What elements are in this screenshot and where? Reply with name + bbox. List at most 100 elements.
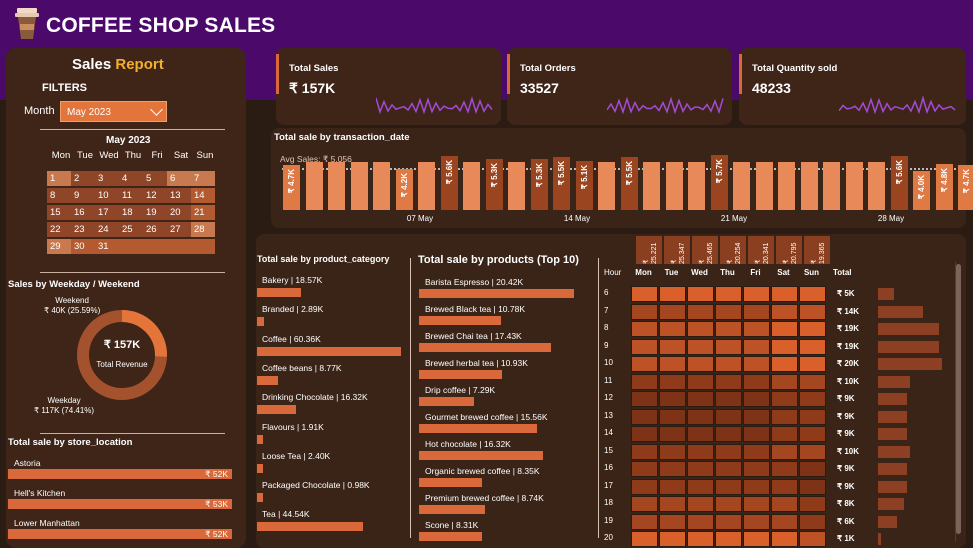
heatmap-cell[interactable]	[659, 373, 686, 390]
heatmap-cell[interactable]	[771, 443, 798, 460]
heatmap-cell[interactable]	[659, 531, 686, 547]
heatmap-cell[interactable]	[687, 321, 714, 337]
calendar-day[interactable]: 13	[167, 188, 191, 203]
calendar-day[interactable]: 9	[71, 188, 95, 203]
calendar-day[interactable]: 1	[47, 171, 71, 186]
heatmap-cell[interactable]	[743, 496, 770, 512]
calendar-day[interactable]	[191, 239, 215, 254]
heatmap-cell[interactable]	[631, 443, 658, 460]
heatmap-cell[interactable]	[631, 461, 658, 477]
date-bar[interactable]	[373, 161, 390, 210]
heatmap-cell[interactable]	[771, 286, 798, 302]
calendar-day[interactable]: 24	[95, 222, 119, 237]
heatmap-cell[interactable]	[659, 408, 686, 425]
heatmap-cell[interactable]	[799, 513, 826, 530]
heatmap-cell[interactable]	[799, 461, 826, 477]
date-bar[interactable]	[350, 161, 368, 210]
product-bar[interactable]	[419, 478, 483, 487]
heatmap-cell[interactable]	[715, 391, 742, 407]
calendar-day[interactable]: 10	[95, 188, 119, 203]
heatmap-cell[interactable]	[659, 426, 686, 442]
heatmap-cell[interactable]	[743, 321, 770, 337]
heatmap-cell[interactable]	[771, 461, 798, 477]
heatmap-cell[interactable]	[771, 321, 798, 337]
product-bar[interactable]	[419, 316, 501, 325]
calendar-day[interactable]: 18	[119, 205, 143, 220]
heatmap-cell[interactable]	[771, 373, 798, 390]
heatmap-cell[interactable]	[799, 531, 826, 547]
heatmap-cell[interactable]	[687, 408, 714, 425]
heatmap-cell[interactable]	[659, 303, 686, 320]
calendar-day[interactable]: 25	[119, 222, 143, 237]
date-bar[interactable]	[643, 161, 660, 210]
heatmap-cell[interactable]	[799, 391, 826, 407]
month-dropdown[interactable]: May 2023	[60, 101, 167, 122]
heatmap-cell[interactable]	[743, 408, 770, 425]
heatmap-cell[interactable]	[687, 426, 714, 442]
date-bar[interactable]	[305, 161, 323, 210]
category-bar[interactable]	[257, 463, 263, 473]
date-bar[interactable]	[800, 161, 818, 210]
calendar-day[interactable]: 15	[47, 205, 71, 220]
category-bar[interactable]	[257, 434, 263, 444]
heatmap-cell[interactable]	[799, 373, 826, 390]
heatmap-cell[interactable]	[799, 356, 826, 372]
heatmap-cell[interactable]	[659, 461, 686, 477]
date-bar[interactable]	[688, 161, 705, 210]
category-bar[interactable]	[257, 288, 302, 297]
product-bar[interactable]	[419, 424, 538, 433]
heatmap-cell[interactable]	[799, 321, 826, 337]
heatmap-cell[interactable]	[687, 373, 714, 390]
heatmap-cell[interactable]	[659, 286, 686, 302]
date-bar[interactable]	[598, 161, 615, 210]
category-bar[interactable]	[257, 317, 264, 327]
calendar-day[interactable]: 14	[191, 188, 215, 203]
date-bar[interactable]	[508, 161, 525, 210]
heatmap-cell[interactable]	[715, 321, 742, 337]
heatmap-cell[interactable]	[687, 391, 714, 407]
heatmap-cell[interactable]	[715, 443, 742, 460]
heatmap-cell[interactable]	[631, 373, 658, 390]
heatmap-cell[interactable]	[631, 408, 658, 425]
heatmap-cell[interactable]	[659, 443, 686, 460]
heatmap-cell[interactable]	[659, 496, 686, 512]
heatmap-cell[interactable]	[631, 338, 658, 355]
heatmap-cell[interactable]	[799, 496, 826, 512]
heatmap-cell[interactable]	[631, 426, 658, 442]
heatmap-cell[interactable]	[715, 531, 742, 547]
heatmap-cell[interactable]	[687, 496, 714, 512]
calendar-day[interactable]	[143, 239, 167, 254]
heatmap-cell[interactable]	[771, 426, 798, 442]
date-bar[interactable]	[778, 161, 795, 210]
heatmap-cell[interactable]	[631, 286, 658, 302]
product-bar[interactable]	[419, 343, 552, 352]
heatmap-cell[interactable]	[715, 356, 742, 372]
calendar-day[interactable]: 30	[71, 239, 95, 254]
calendar-day[interactable]: 22	[47, 222, 71, 237]
date-bar[interactable]	[328, 161, 345, 210]
calendar-day[interactable]	[119, 239, 143, 254]
heatmap-cell[interactable]	[659, 478, 686, 495]
heatmap-cell[interactable]	[743, 531, 770, 547]
heatmap-cell[interactable]	[771, 531, 798, 547]
heatmap-cell[interactable]	[743, 286, 770, 302]
heatmap-cell[interactable]	[715, 478, 742, 495]
heatmap-cell[interactable]	[771, 391, 798, 407]
category-bar[interactable]	[257, 375, 278, 385]
calendar-day[interactable]: 21	[191, 205, 215, 220]
heatmap-cell[interactable]	[715, 496, 742, 512]
product-bar[interactable]	[419, 451, 543, 460]
date-bar[interactable]	[463, 161, 480, 210]
calendar-day[interactable]: 26	[143, 222, 167, 237]
heatmap-cell[interactable]	[715, 303, 742, 320]
heatmap-cell[interactable]	[715, 373, 742, 390]
heatmap-cell[interactable]	[799, 338, 826, 355]
heatmap-cell[interactable]	[659, 391, 686, 407]
heatmap-cell[interactable]	[687, 286, 714, 302]
calendar-day[interactable]: 12	[143, 188, 167, 203]
calendar-day[interactable]: 28	[191, 222, 215, 237]
heatmap-cell[interactable]	[743, 338, 770, 355]
heatmap-cell[interactable]	[743, 391, 770, 407]
calendar-day[interactable]: 4	[119, 171, 143, 186]
calendar-day[interactable]: 6	[167, 171, 191, 186]
